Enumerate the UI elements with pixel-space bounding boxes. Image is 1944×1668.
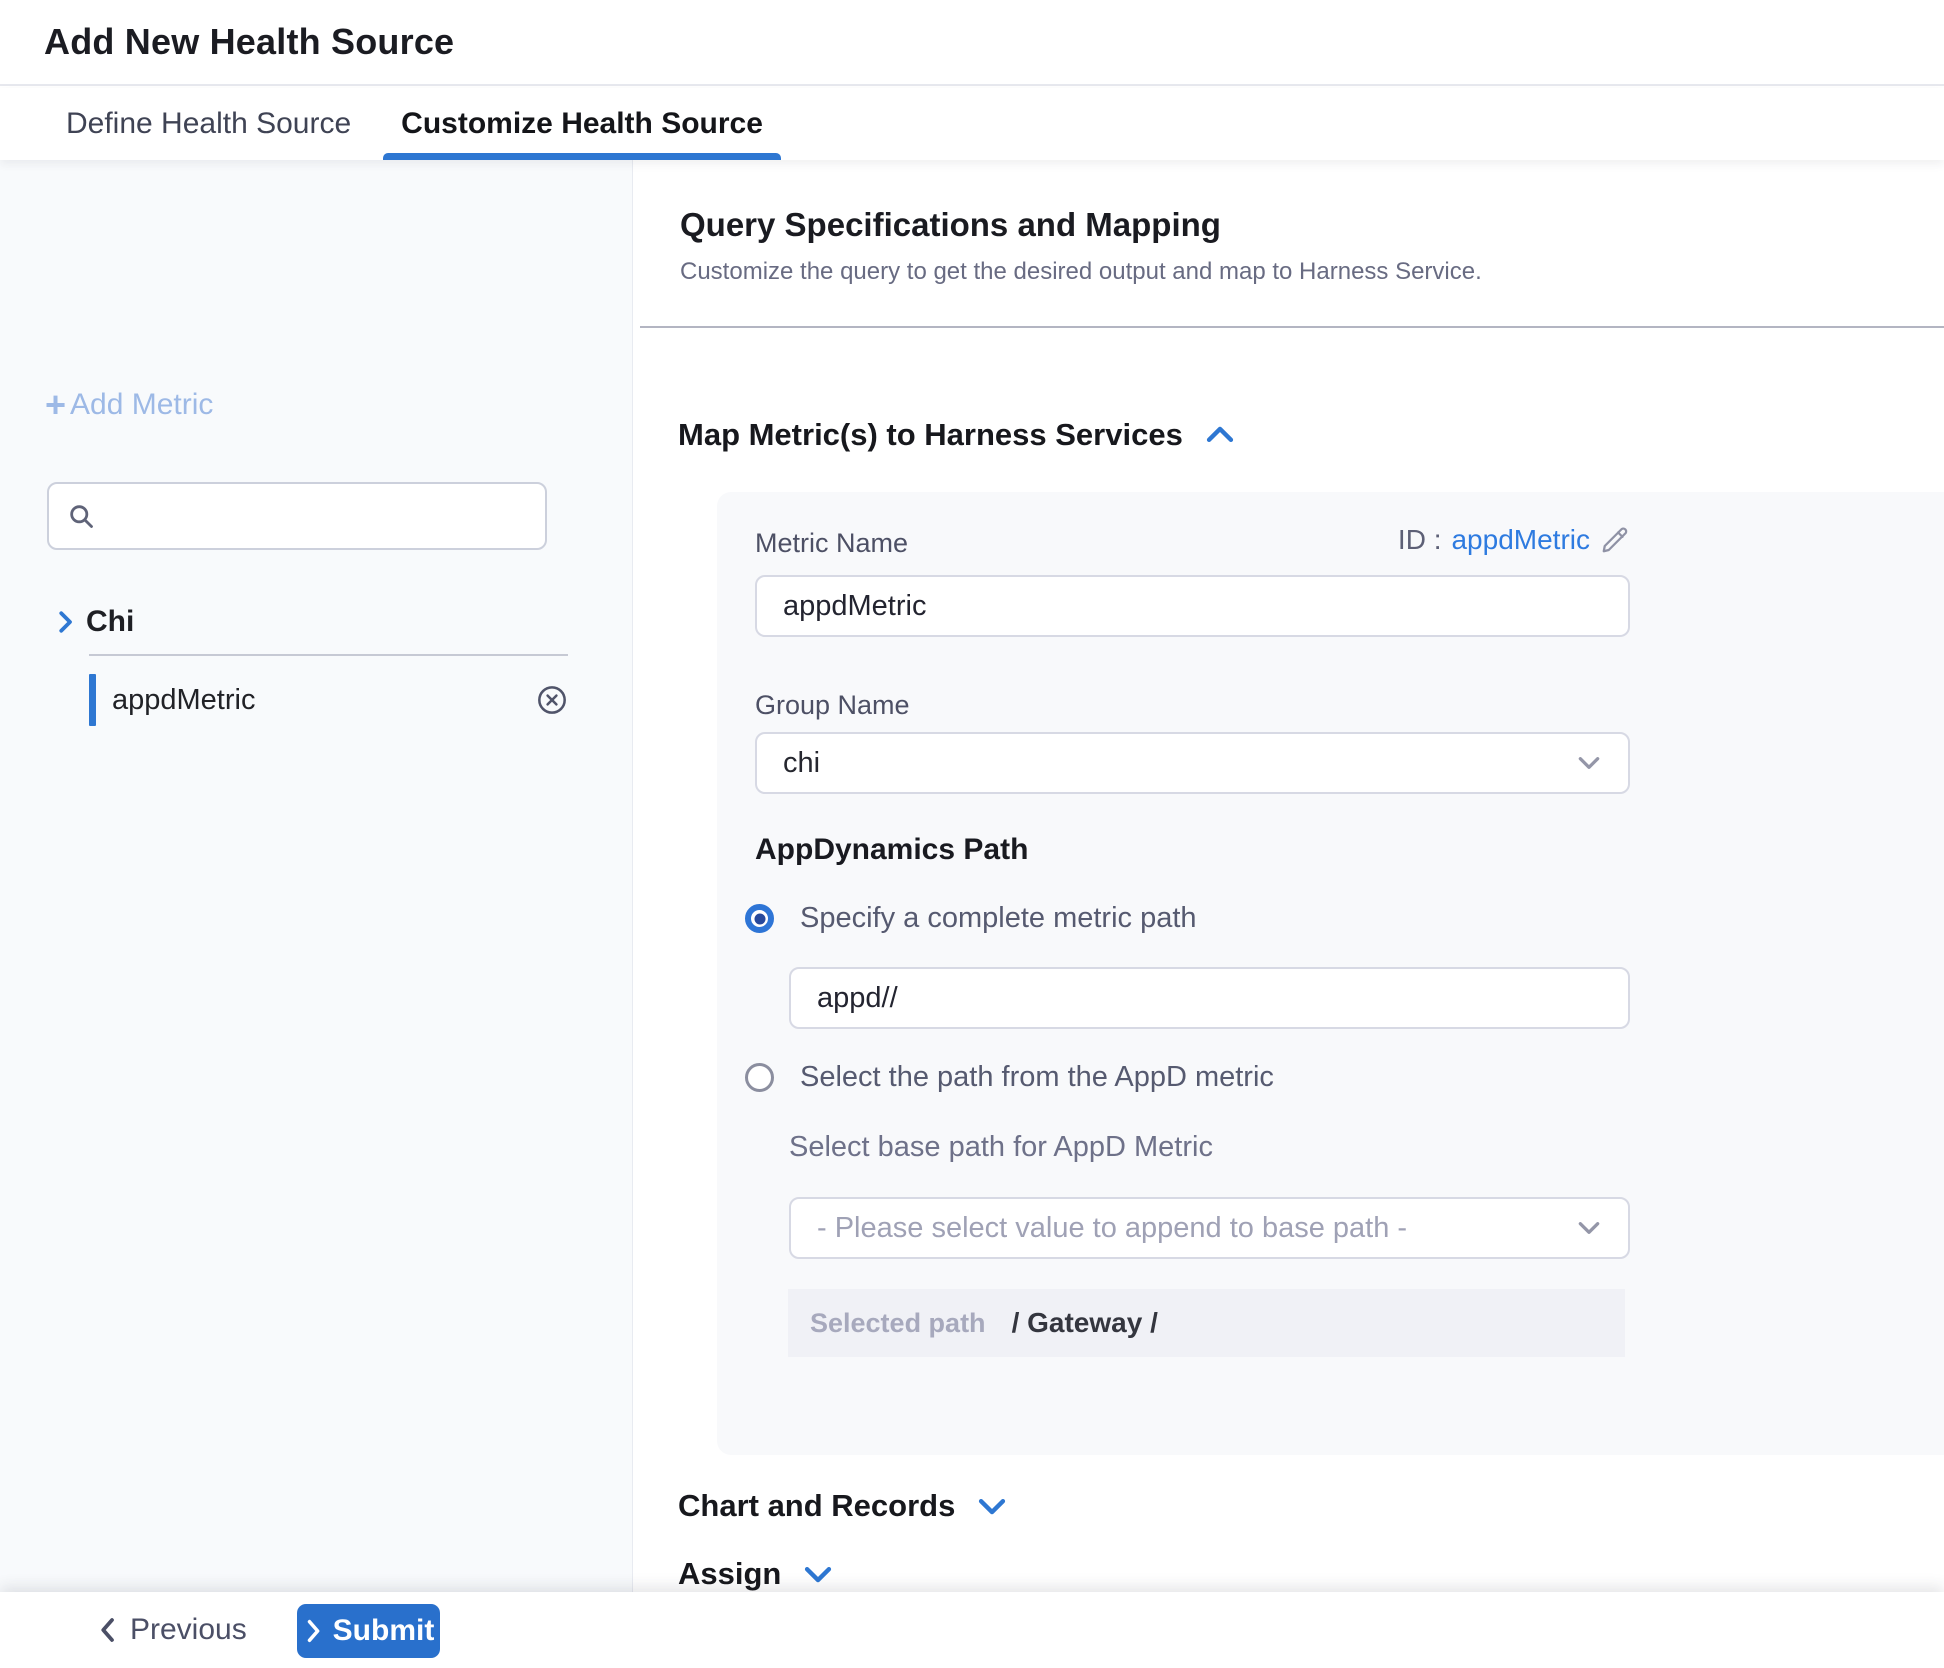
chevron-left-icon: [96, 1615, 118, 1645]
metrics-sidebar: + Add Metric Chi: [0, 160, 633, 1592]
edit-pencil-icon[interactable]: [1600, 525, 1630, 555]
dialog-header: Add New Health Source: [0, 0, 1944, 86]
chevron-down-icon: [1576, 1219, 1602, 1237]
complete-metric-path-input[interactable]: [789, 967, 1630, 1029]
selected-path-label: Selected path: [810, 1308, 986, 1339]
radio-selected-icon[interactable]: [745, 904, 774, 933]
dialog-body: + Add Metric Chi: [0, 160, 1944, 1592]
add-health-source-dialog: Add New Health Source Define Health Sour…: [0, 0, 1944, 1668]
group-name-select[interactable]: chi: [755, 732, 1630, 794]
chart-and-records-section-toggle[interactable]: Chart and Records: [678, 1488, 1009, 1524]
previous-button[interactable]: Previous: [96, 1606, 247, 1654]
page-title: Add New Health Source: [44, 21, 454, 63]
chevron-right-icon: [50, 607, 80, 637]
selected-indicator-bar: [89, 674, 96, 726]
dialog-footer: Previous Submit: [0, 1592, 1944, 1668]
radio-select-appd-path[interactable]: Select the path from the AppD metric: [745, 1061, 1274, 1094]
tab-customize-health-source[interactable]: Customize Health Source: [383, 88, 781, 160]
selected-path-value: / Gateway /: [1012, 1307, 1158, 1339]
base-path-label: Select base path for AppD Metric: [789, 1131, 1213, 1164]
submit-button[interactable]: Submit: [297, 1604, 440, 1658]
heading-divider: [640, 326, 1944, 328]
remove-metric-icon[interactable]: [536, 684, 568, 716]
chevron-right-icon: [303, 1617, 323, 1645]
section-subheading: Customize the query to get the desired o…: [680, 258, 1482, 286]
tab-bar: Define Health Source Customize Health So…: [0, 88, 1944, 160]
map-metrics-form: Metric Name ID : appdMetric Group Name c…: [717, 492, 1944, 1455]
metric-search: [47, 482, 547, 550]
assign-section-toggle[interactable]: Assign: [678, 1556, 835, 1592]
metric-id-value[interactable]: appdMetric: [1451, 524, 1590, 556]
id-prefix-label: ID :: [1398, 524, 1442, 556]
tab-define-health-source[interactable]: Define Health Source: [48, 88, 369, 160]
chevron-down-icon: [975, 1493, 1009, 1519]
chevron-down-icon: [801, 1561, 835, 1587]
radio-complete-metric-path[interactable]: Specify a complete metric path: [745, 902, 1197, 935]
metric-item-label: appdMetric: [112, 684, 536, 717]
sidebar-group-chi[interactable]: Chi: [50, 598, 572, 646]
group-label: Chi: [86, 605, 134, 639]
plus-icon: +: [45, 390, 66, 420]
map-metrics-section-toggle[interactable]: Map Metric(s) to Harness Services: [678, 417, 1237, 453]
base-path-select[interactable]: - Please select value to append to base …: [789, 1197, 1630, 1259]
section-heading: Query Specifications and Mapping: [680, 206, 1221, 244]
query-spec-panel: Query Specifications and Mapping Customi…: [633, 160, 1944, 1592]
appdynamics-path-title: AppDynamics Path: [755, 833, 1028, 867]
chevron-up-icon: [1203, 422, 1237, 448]
search-input[interactable]: [109, 501, 527, 532]
search-icon: [67, 502, 95, 530]
sidebar-divider: [89, 654, 568, 656]
group-name-label: Group Name: [755, 690, 910, 721]
radio-unselected-icon[interactable]: [745, 1063, 774, 1092]
metric-name-input[interactable]: [755, 575, 1630, 637]
add-metric-button[interactable]: + Add Metric: [45, 388, 213, 422]
selected-path-display: Selected path / Gateway /: [788, 1289, 1625, 1357]
metric-id-row: ID : appdMetric: [755, 524, 1630, 556]
sidebar-item-appdmetric[interactable]: appdMetric: [89, 674, 568, 726]
chevron-down-icon: [1576, 754, 1602, 772]
